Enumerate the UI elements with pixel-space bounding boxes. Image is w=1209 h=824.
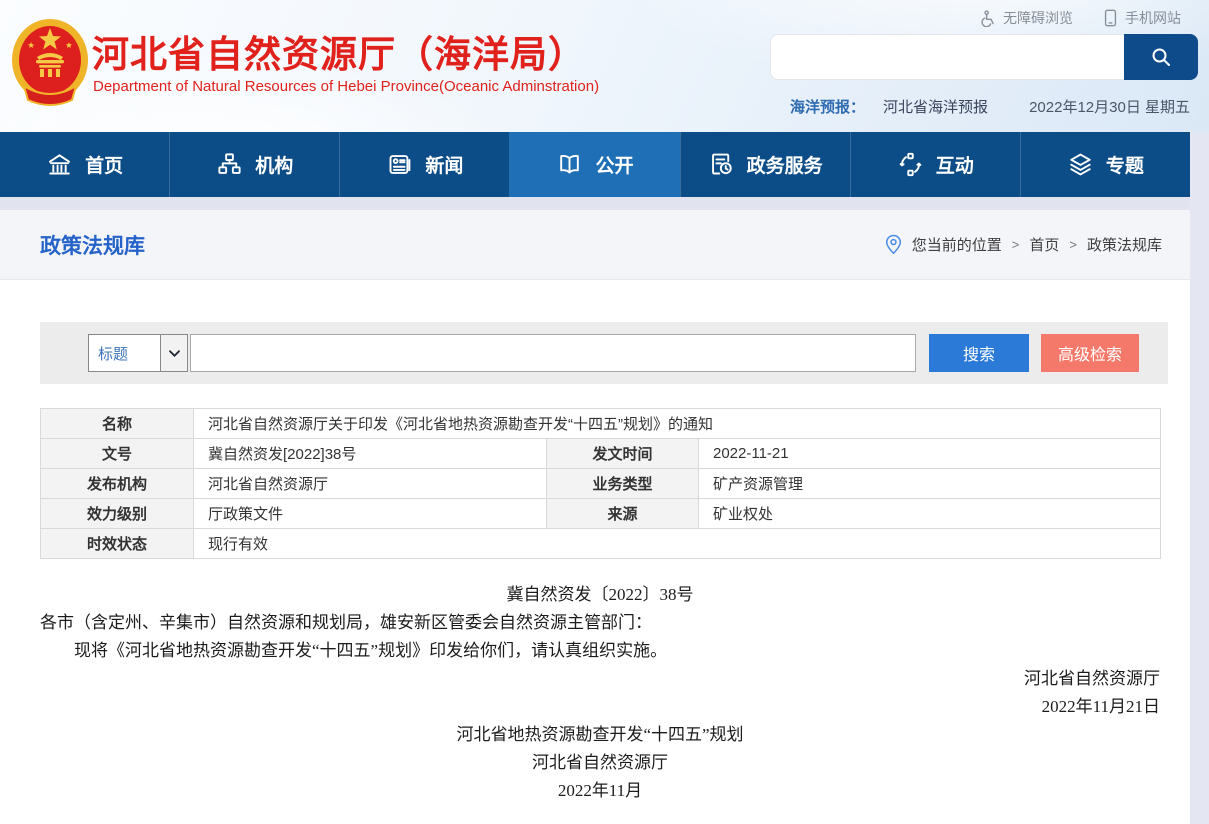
doc-line-main: 现将《河北省地热资源勘查开发“十四五”规划》印发给你们，请认真组织实施。 — [40, 637, 1160, 665]
national-emblem-logo — [10, 16, 90, 108]
document-body: 冀自然资发〔2022〕38号 各市（含定州、辛集市）自然资源和规划局，雄安新区管… — [40, 581, 1160, 805]
doc-line-plan-title: 河北省地热资源勘查开发“十四五”规划 — [40, 721, 1160, 749]
doc-clock-icon — [708, 151, 735, 178]
meta-label: 发文时间 — [547, 439, 699, 469]
nav-item-interact[interactable]: 互动 — [850, 132, 1020, 197]
meta-value-source: 矿业权处 — [699, 499, 1161, 529]
meta-value-docnumber: 冀自然资发[2022]38号 — [194, 439, 547, 469]
breadcrumb: 您当前的位置 > 首页 > 政策法规库 — [885, 234, 1162, 255]
meta-label: 来源 — [547, 499, 699, 529]
nav-item-public[interactable]: 公开 — [509, 132, 679, 197]
nav-label: 首页 — [85, 151, 123, 178]
doc-line-signature-date: 2022年11月21日 — [40, 693, 1160, 721]
select-arrow-box[interactable] — [160, 335, 187, 371]
document-meta-table: 名称 河北省自然资源厅关于印发《河北省地热资源勘查开发“十四五”规划》的通知 文… — [40, 408, 1161, 559]
doc-line-plan-org: 河北省自然资源厅 — [40, 749, 1160, 777]
doc-line-plan-date: 2022年11月 — [40, 777, 1160, 805]
nav-label: 互动 — [936, 151, 974, 178]
meta-label: 效力级别 — [41, 499, 194, 529]
law-search-input[interactable] — [190, 334, 916, 372]
doc-line-docnumber: 冀自然资发〔2022〕38号 — [40, 581, 1160, 609]
nav-item-news[interactable]: 新闻 — [339, 132, 509, 197]
cycle-icon — [897, 151, 924, 178]
open-book-icon — [556, 151, 583, 178]
forecast-label: 海洋预报： — [790, 96, 865, 117]
nav-label: 政务服务 — [747, 151, 823, 178]
main-content: 标题 搜索 高级检索 名称 河北省自然资源厅关于印发《河北省地热资源勘查开发“十… — [0, 280, 1190, 824]
news-icon — [386, 151, 413, 178]
forecast-row: 海洋预报： 河北省海洋预报 2022年12月30日 星期五 — [790, 96, 1190, 117]
meta-value-name: 河北省自然资源厅关于印发《河北省地热资源勘查开发“十四五”规划》的通知 — [194, 409, 1161, 439]
main-nav: 首页 机构 新闻 公开 政务服务 — [0, 132, 1190, 197]
table-row: 名称 河北省自然资源厅关于印发《河北省地热资源勘查开发“十四五”规划》的通知 — [41, 409, 1161, 439]
law-search-panel: 标题 搜索 高级检索 — [40, 322, 1168, 384]
advanced-search-button[interactable]: 高级检索 — [1041, 334, 1139, 372]
layers-icon — [1067, 151, 1094, 178]
magnifier-icon — [1150, 46, 1172, 68]
meta-value-category: 矿产资源管理 — [699, 469, 1161, 499]
mobile-phone-icon — [1103, 9, 1118, 27]
nav-label: 公开 — [595, 151, 633, 178]
meta-value-publisher: 河北省自然资源厅 — [194, 469, 547, 499]
location-pin-icon — [885, 234, 902, 255]
current-date: 2022年12月30日 星期五 — [1029, 96, 1190, 117]
org-icon — [216, 151, 243, 178]
table-row: 发布机构 河北省自然资源厅 业务类型 矿产资源管理 — [41, 469, 1161, 499]
breadcrumb-location-label: 您当前的位置 — [912, 234, 1002, 255]
forecast-link[interactable]: 河北省海洋预报 — [883, 96, 988, 117]
accessibility-label: 无障碍浏览 — [1003, 8, 1073, 28]
site-title: 河北省自然资源厅（海洋局） — [92, 24, 586, 78]
search-field-select[interactable]: 标题 — [88, 334, 188, 372]
mobile-site-label: 手机网站 — [1125, 8, 1181, 28]
meta-label: 发布机构 — [41, 469, 194, 499]
chevron-down-icon — [168, 349, 181, 358]
search-button[interactable]: 搜索 — [929, 334, 1029, 372]
table-row: 文号 冀自然资发[2022]38号 发文时间 2022-11-21 — [41, 439, 1161, 469]
breadcrumb-separator: > — [1012, 237, 1020, 252]
search-field-selected-value: 标题 — [98, 343, 128, 364]
header-search-box — [770, 34, 1198, 80]
nav-item-topics[interactable]: 专题 — [1020, 132, 1190, 197]
breadcrumb-band: 政策法规库 您当前的位置 > 首页 > 政策法规库 — [0, 210, 1190, 280]
breadcrumb-separator: > — [1069, 237, 1077, 252]
breadcrumb-item-home[interactable]: 首页 — [1029, 234, 1059, 255]
gap-strip — [0, 197, 1190, 210]
header-search-input[interactable] — [771, 35, 1121, 79]
table-row: 时效状态 现行有效 — [41, 529, 1161, 559]
header-search-button[interactable] — [1124, 34, 1198, 80]
meta-label: 时效状态 — [41, 529, 194, 559]
mobile-site-link[interactable]: 手机网站 — [1103, 8, 1181, 28]
meta-value-level: 厅政策文件 — [194, 499, 547, 529]
nav-label: 专题 — [1106, 151, 1144, 178]
meta-value-status: 现行有效 — [194, 529, 1161, 559]
nav-label: 新闻 — [425, 151, 463, 178]
nav-label: 机构 — [255, 151, 293, 178]
meta-value-issue-date: 2022-11-21 — [699, 439, 1161, 469]
page-title: 政策法规库 — [40, 230, 145, 260]
nav-item-org[interactable]: 机构 — [169, 132, 339, 197]
home-icon — [46, 151, 73, 178]
nav-item-home[interactable]: 首页 — [0, 132, 169, 197]
doc-line-signature-org: 河北省自然资源厅 — [40, 665, 1160, 693]
table-row: 效力级别 厅政策文件 来源 矿业权处 — [41, 499, 1161, 529]
meta-label: 业务类型 — [547, 469, 699, 499]
top-utility-links: 无障碍浏览 手机网站 — [979, 8, 1181, 28]
site-header: 河北省自然资源厅（海洋局） Department of Natural Reso… — [0, 0, 1209, 132]
wheelchair-icon — [979, 10, 996, 27]
site-subtitle: Department of Natural Resources of Hebei… — [93, 78, 599, 95]
meta-label: 名称 — [41, 409, 194, 439]
doc-line-addressees: 各市（含定州、辛集市）自然资源和规划局，雄安新区管委会自然资源主管部门： — [40, 609, 1160, 637]
meta-label: 文号 — [41, 439, 194, 469]
nav-item-services[interactable]: 政务服务 — [680, 132, 850, 197]
breadcrumb-item-current[interactable]: 政策法规库 — [1087, 234, 1162, 255]
accessibility-link[interactable]: 无障碍浏览 — [979, 8, 1073, 28]
